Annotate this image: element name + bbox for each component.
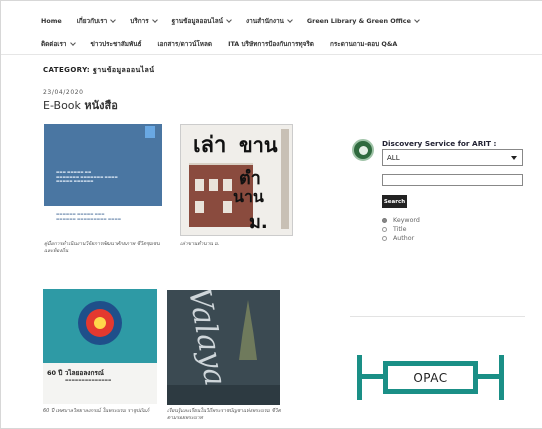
search-input[interactable] — [382, 174, 523, 186]
page-frame: Home เกี่ยวกับเรา บริการ ฐานข้อมูลออนไลน… — [0, 0, 542, 429]
chevron-down-icon — [287, 16, 293, 23]
discovery-service-title: Discovery Service for ARIT : — [382, 139, 497, 148]
cover-word-2: ขาน — [239, 133, 278, 157]
main-nav-row-1: Home เกี่ยวกับเรา บริการ ฐานข้อมูลออนไลน… — [41, 16, 434, 26]
collection-select[interactable]: ALL — [382, 149, 523, 166]
main-nav-row-2: ติดต่อเรา ข่าวประชาสัมพันธ์ เอกสาร/ดาวน์… — [41, 39, 413, 49]
post-title-en: E-Book — [43, 99, 81, 112]
nav-office[interactable]: งานสำนักงาน — [246, 16, 293, 26]
chevron-down-icon — [414, 16, 420, 23]
chevron-down-icon — [69, 39, 76, 46]
chevron-down-icon — [151, 16, 158, 23]
chevron-down-icon — [110, 16, 117, 23]
cover-script-title: Valaya — [181, 290, 233, 389]
cover-word-5: ม. — [249, 212, 268, 233]
search-button[interactable]: Search — [382, 195, 407, 208]
book-caption-4[interactable]: เรียนรู้และเรียนในวิถีพระราชบัญชาแห่งพระ… — [167, 408, 285, 422]
nav-services[interactable]: บริการ — [130, 16, 158, 26]
post-title[interactable]: E-Book หนังสือ — [43, 96, 118, 114]
radio-checked-icon — [382, 218, 387, 223]
chevron-down-icon — [226, 16, 232, 23]
post-date: 23/04/2020 — [43, 89, 84, 96]
arit-logo — [352, 139, 374, 161]
nav-news[interactable]: ข่าวประชาสัมพันธ์ — [91, 39, 142, 49]
nav-documents[interactable]: เอกสาร/ดาวน์โหลด — [158, 39, 213, 49]
sidebar-divider — [350, 316, 525, 317]
radio-keyword[interactable]: Keyword — [382, 217, 420, 224]
opac-banner-link[interactable]: OPAC — [357, 355, 504, 400]
book-cover-3[interactable]: 60 ปี วไลยอลงกรณ์ ▬▬▬▬▬▬▬▬▬▬▬▬▬▬ — [43, 289, 157, 404]
book-cover-1[interactable]: ▬▬▬ ▬▬▬▬▬ ▬▬ ▬▬▬▬▬▬▬ ▬▬▬▬▬▬▬ ▬▬▬▬ ▬▬▬▬▬ ▬▬… — [44, 124, 162, 236]
nav-online-database[interactable]: ฐานข้อมูลออนไลน์ — [172, 16, 232, 26]
cover-title: 60 ปี วไลยอลงกรณ์ — [47, 369, 104, 377]
post-title-th: หนังสือ — [84, 99, 118, 112]
book-caption-2[interactable]: เล่าขานตำนาน ม. — [180, 241, 295, 248]
nav-home[interactable]: Home — [41, 17, 62, 25]
nav-about[interactable]: เกี่ยวกับเรา — [77, 16, 117, 26]
book-caption-3[interactable]: 60 ปี เทศบาลวิทยาลงกรณ์ ในพระบรม ราชูปถั… — [43, 408, 161, 415]
cover-word-1: เล่า — [193, 133, 227, 158]
nav-green-library[interactable]: Green Library & Green Office — [307, 16, 420, 25]
category-heading: CATEGORY: ฐานข้อมูลออนไลน์ — [43, 66, 155, 74]
cover-tab-decoration — [145, 126, 155, 138]
book-cover-4[interactable]: Valaya — [167, 290, 280, 405]
collection-select-value: ALL — [387, 153, 400, 162]
nav-contact[interactable]: ติดต่อเรา — [41, 39, 76, 49]
nav-qa[interactable]: กระดานถาม-ตอบ Q&A — [330, 39, 397, 49]
nav-divider — [1, 54, 542, 55]
radio-unchecked-icon — [382, 236, 387, 241]
radio-title[interactable]: Title — [382, 226, 407, 233]
book-cover-2[interactable]: เล่า ขาน ตำ นาน ม. — [180, 124, 293, 236]
stupa-illustration — [239, 300, 257, 360]
nav-ita[interactable]: ITA บริษัทการป้องกันการทุจริต — [228, 39, 314, 49]
dropdown-arrow-icon — [511, 156, 517, 160]
book-caption-1[interactable]: คู่มือการดำเนินงานวิจัยการพัฒนาศักยภาพ ช… — [44, 241, 164, 255]
opac-label-box: OPAC — [383, 361, 478, 394]
opac-label: OPAC — [413, 370, 448, 385]
radio-author[interactable]: Author — [382, 235, 414, 242]
radio-unchecked-icon — [382, 227, 387, 232]
